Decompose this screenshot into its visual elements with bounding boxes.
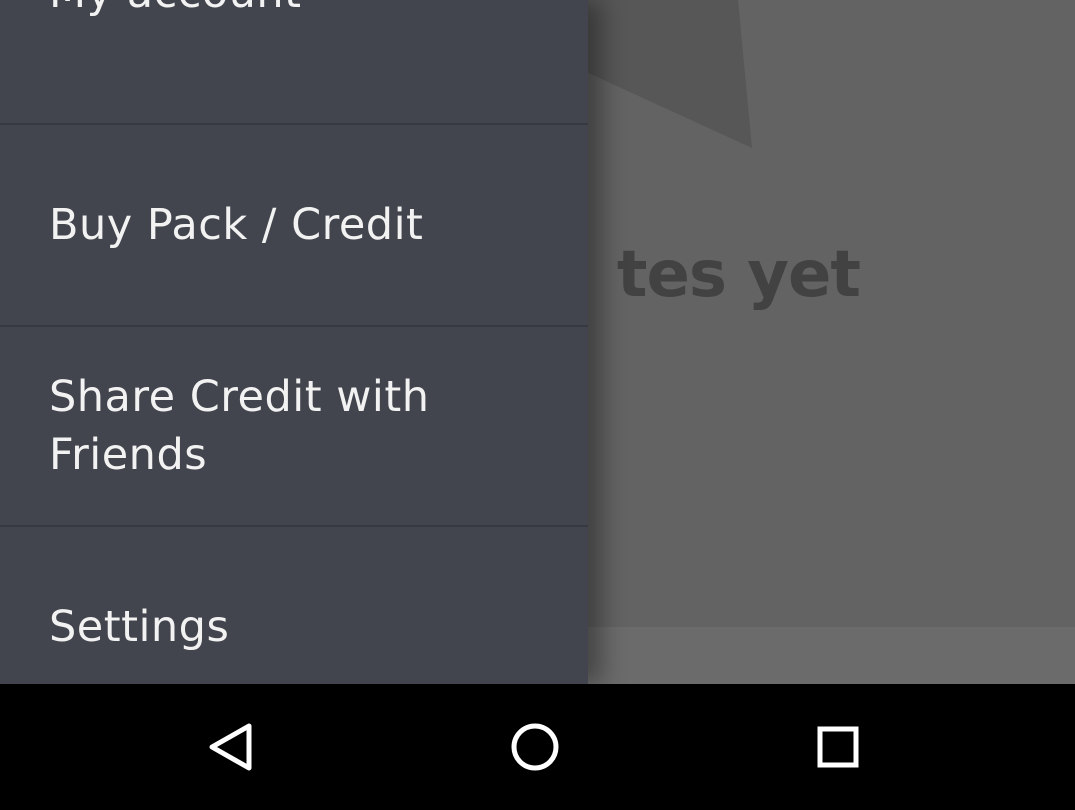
system-navigation-bar xyxy=(0,684,1075,810)
drawer-item-label: Buy Pack / Credit xyxy=(49,200,424,250)
home-icon xyxy=(511,723,559,771)
drawer-item-share-credit[interactable]: Share Credit with Friends xyxy=(0,327,588,525)
drawer-item-buy-pack-credit[interactable]: Buy Pack / Credit xyxy=(0,125,588,325)
back-button[interactable] xyxy=(189,704,275,790)
drawer-item-label: Settings xyxy=(49,602,230,652)
home-button[interactable] xyxy=(492,704,578,790)
drawer-item-label: Share Credit with Friends xyxy=(49,372,430,480)
drawer-item-settings[interactable]: Settings xyxy=(0,527,588,684)
drawer-item-label: My account xyxy=(49,0,302,22)
back-icon xyxy=(209,723,252,771)
recents-icon xyxy=(817,726,859,768)
drawer-item-my-account[interactable]: My account xyxy=(0,0,588,40)
navigation-drawer: My account Buy Pack / Credit Share Credi… xyxy=(0,0,588,684)
recents-button[interactable] xyxy=(795,704,881,790)
